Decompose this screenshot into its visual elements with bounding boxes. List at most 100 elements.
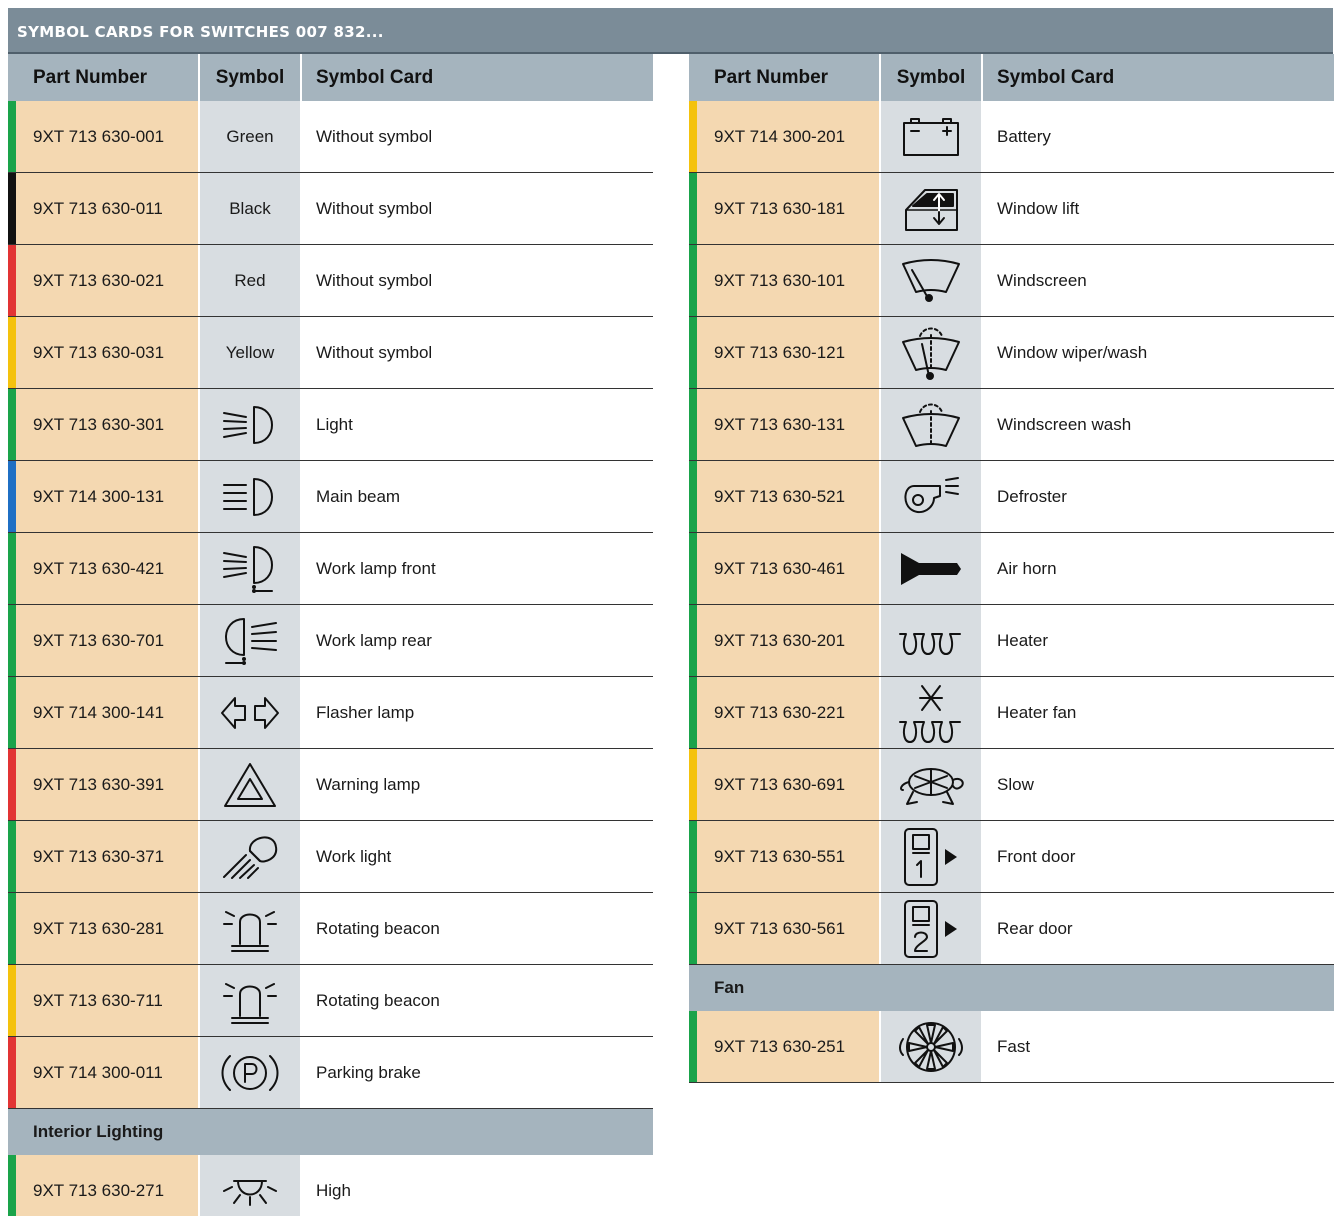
table-row: 9XT 713 630-281 Rotating beacon	[8, 893, 653, 965]
table-row: 9XT 713 630-251 Fast	[689, 1011, 1334, 1083]
table-row: 9XT 713 630-031 Yellow Without symbol	[8, 317, 653, 389]
symbol-card-cell: Work lamp rear	[302, 605, 653, 676]
parking-brake-icon	[198, 1037, 302, 1108]
symbol-card-cell: Battery	[983, 101, 1334, 172]
symbol-card-cell: Air horn	[983, 533, 1334, 604]
part-number-cell: 9XT 713 630-221	[689, 677, 879, 748]
part-number-cell: 9XT 713 630-281	[8, 893, 198, 964]
windscreen-wash-icon	[879, 389, 983, 460]
heater-fan-icon	[879, 677, 983, 748]
part-number-cell: 9XT 713 630-521	[689, 461, 879, 532]
symbol-card-cell: Main beam	[302, 461, 653, 532]
symbol-card-cell: Window lift	[983, 173, 1334, 244]
part-number-cell: 9XT 713 630-421	[8, 533, 198, 604]
part-number-cell: 9XT 713 630-461	[689, 533, 879, 604]
battery-icon	[879, 101, 983, 172]
page-title: SYMBOL CARDS FOR SWITCHES 007 832...	[8, 8, 1333, 54]
main-beam-icon	[198, 461, 302, 532]
table-row: 9XT 713 630-021 Red Without symbol	[8, 245, 653, 317]
warning-lamp-icon	[198, 749, 302, 820]
symbol-card-cell: Work light	[302, 821, 653, 892]
table-row: 9XT 713 630-221 Heater fan	[689, 677, 1334, 749]
symbol-card-cell: Without symbol	[302, 317, 653, 388]
symbol-card-cell: Heater	[983, 605, 1334, 676]
part-number-cell: 9XT 713 630-021	[8, 245, 198, 316]
table-row: 9XT 713 630-201 Heater	[689, 605, 1334, 677]
table-row: 9XT 713 630-181 Window lift	[689, 173, 1334, 245]
symbol-card-cell: Fast	[983, 1011, 1334, 1082]
part-number-cell: 9XT 713 630-121	[689, 317, 879, 388]
symbol-card-cell: Window wiper/wash	[983, 317, 1334, 388]
windscreen-icon	[879, 245, 983, 316]
part-number-cell: 9XT 713 630-201	[689, 605, 879, 676]
table-row: 9XT 713 630-421 Work lamp front	[8, 533, 653, 605]
work-lamp-front-icon	[198, 533, 302, 604]
symbol-card-cell: Rotating beacon	[302, 965, 653, 1036]
symbol-color-text: Red	[198, 245, 302, 316]
table-row: 9XT 713 630-001 Green Without symbol	[8, 101, 653, 173]
symbol-card-cell: Rear door	[983, 893, 1334, 964]
symbol-card-cell: Flasher lamp	[302, 677, 653, 748]
part-number-cell: 9XT 714 300-201	[689, 101, 879, 172]
part-number-cell: 9XT 713 630-101	[689, 245, 879, 316]
symbol-card-cell: Without symbol	[302, 245, 653, 316]
work-lamp-rear-icon	[198, 605, 302, 676]
part-number-cell: 9XT 713 630-691	[689, 749, 879, 820]
table-row: 9XT 713 630-271 High	[8, 1155, 653, 1216]
part-number-cell: 9XT 713 630-181	[689, 173, 879, 244]
symbol-card-cell: Heater fan	[983, 677, 1334, 748]
part-number-cell: 9XT 713 630-001	[8, 101, 198, 172]
window-wiper-wash-icon	[879, 317, 983, 388]
front-door-icon	[879, 821, 983, 892]
header-symbol: Symbol	[879, 54, 983, 101]
symbol-card-cell: Warning lamp	[302, 749, 653, 820]
rear-door-icon	[879, 893, 983, 964]
symbol-color-text: Yellow	[198, 317, 302, 388]
part-number-cell: 9XT 713 630-371	[8, 821, 198, 892]
rotating-beacon-icon	[198, 893, 302, 964]
symbol-card-cell: Rotating beacon	[302, 893, 653, 964]
fan-fast-icon	[879, 1011, 983, 1082]
table-row: 9XT 714 300-011 Parking brake	[8, 1037, 653, 1109]
header-symbol-card: Symbol Card	[997, 67, 1115, 88]
window-lift-icon	[879, 173, 983, 244]
defroster-icon	[879, 461, 983, 532]
heater-icon	[879, 605, 983, 676]
symbol-card-cell: Parking brake	[302, 1037, 653, 1108]
table-row: 9XT 713 630-391 Warning lamp	[8, 749, 653, 821]
table-header: Part Number Symbol Symbol Card	[689, 54, 1334, 101]
rotating-beacon-icon	[198, 965, 302, 1036]
header-symbol-card: Symbol Card	[316, 67, 434, 88]
interior-light-high-icon	[198, 1155, 302, 1216]
table-row: 9XT 713 630-101 Windscreen	[689, 245, 1334, 317]
part-number-cell: 9XT 713 630-011	[8, 173, 198, 244]
part-number-cell: 9XT 713 630-301	[8, 389, 198, 460]
table-row: 9XT 713 630-561 Rear door	[689, 893, 1334, 965]
symbol-card-cell: Light	[302, 389, 653, 460]
table-row: 9XT 714 300-141 Flasher lamp	[8, 677, 653, 749]
symbol-card-cell: Front door	[983, 821, 1334, 892]
light-icon	[198, 389, 302, 460]
header-part-number: Part Number	[33, 67, 148, 88]
table-row: 9XT 713 630-701 Work lamp rear	[8, 605, 653, 677]
work-light-icon	[198, 821, 302, 892]
table-row: 9XT 714 300-131 Main beam	[8, 461, 653, 533]
table-row: 9XT 713 630-011 Black Without symbol	[8, 173, 653, 245]
part-number-cell: 9XT 713 630-271	[8, 1155, 198, 1216]
part-number-cell: 9XT 714 300-141	[8, 677, 198, 748]
section-header: Fan	[689, 965, 1334, 1011]
symbol-card-cell: Defroster	[983, 461, 1334, 532]
table-row: 9XT 713 630-121 Window wiper/wash	[689, 317, 1334, 389]
table-row: 9XT 714 300-201 Battery	[689, 101, 1334, 173]
symbol-table-left: Part Number Symbol Symbol Card 9XT 713 630-…	[8, 54, 653, 1216]
table-row: 9XT 713 630-461 Air horn	[689, 533, 1334, 605]
air-horn-icon	[879, 533, 983, 604]
part-number-cell: 9XT 713 630-701	[8, 605, 198, 676]
part-number-cell: 9XT 713 630-031	[8, 317, 198, 388]
flasher-lamp-icon	[198, 677, 302, 748]
table-row: 9XT 713 630-371 Work light	[8, 821, 653, 893]
symbol-card-cell: Windscreen	[983, 245, 1334, 316]
symbol-card-cell: Without symbol	[302, 173, 653, 244]
table-row: 9XT 713 630-521 Defroster	[689, 461, 1334, 533]
header-part-number: Part Number	[714, 67, 829, 88]
